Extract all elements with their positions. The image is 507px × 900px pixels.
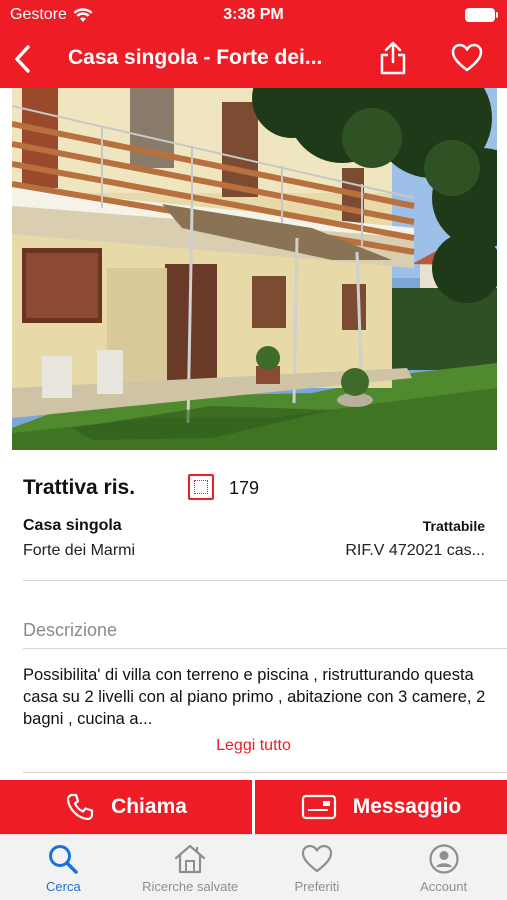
tab-label: Preferiti [294,879,340,894]
tab-label: Ricerche salvate [142,879,239,894]
heart-icon[interactable] [451,43,483,73]
share-icon[interactable] [378,40,408,76]
house-photo[interactable] [12,88,497,450]
phone-icon [66,793,94,821]
tab-favorites[interactable]: Preferiti [254,835,381,900]
tab-account[interactable]: Account [380,835,507,900]
divider [23,772,507,773]
message-button[interactable]: Messaggio [255,780,507,834]
tab-label: Account [420,879,468,894]
read-more-link[interactable]: Leggi tutto [0,737,507,755]
divider [23,648,507,649]
chevron-left-icon[interactable] [12,44,34,74]
search-icon [49,845,79,874]
message-card-icon [301,794,336,820]
status-bar: Gestore 3:38 PM [0,0,507,30]
property-city: Forte dei Marmi [23,542,136,559]
home-icon [175,844,206,874]
call-button[interactable]: Chiama [0,780,252,834]
surface-area-icon [188,474,214,500]
contact-actions: Chiama Messaggio [0,780,507,834]
tab-bar: Cerca Ricerche salvate Preferiti Account [0,834,507,900]
property-type: Casa singola [23,517,122,534]
reference-code: RIF.V 472021 cas... [345,542,485,559]
tab-saved-searches[interactable]: Ricerche salvate [127,835,254,900]
battery-icon [465,8,498,22]
account-icon [429,844,459,874]
nav-bar: Casa singola - Forte dei... [0,30,507,88]
tab-label: Cerca [46,879,81,894]
heart-icon [301,844,332,873]
description-heading: Descrizione [23,620,118,640]
negotiable-badge: Trattabile [422,518,485,534]
description-text: Possibilita' di villa con terreno e pisc… [23,666,486,728]
message-label: Messaggio [352,795,462,818]
tab-search[interactable]: Cerca [0,835,127,900]
call-label: Chiama [111,795,187,818]
divider [23,580,507,581]
page-title: Casa singola - Forte dei... [68,46,323,69]
listing-price: Trattiva ris. [23,476,136,499]
status-time: 3:38 PM [223,6,284,23]
surface-value: 179 [229,478,260,498]
